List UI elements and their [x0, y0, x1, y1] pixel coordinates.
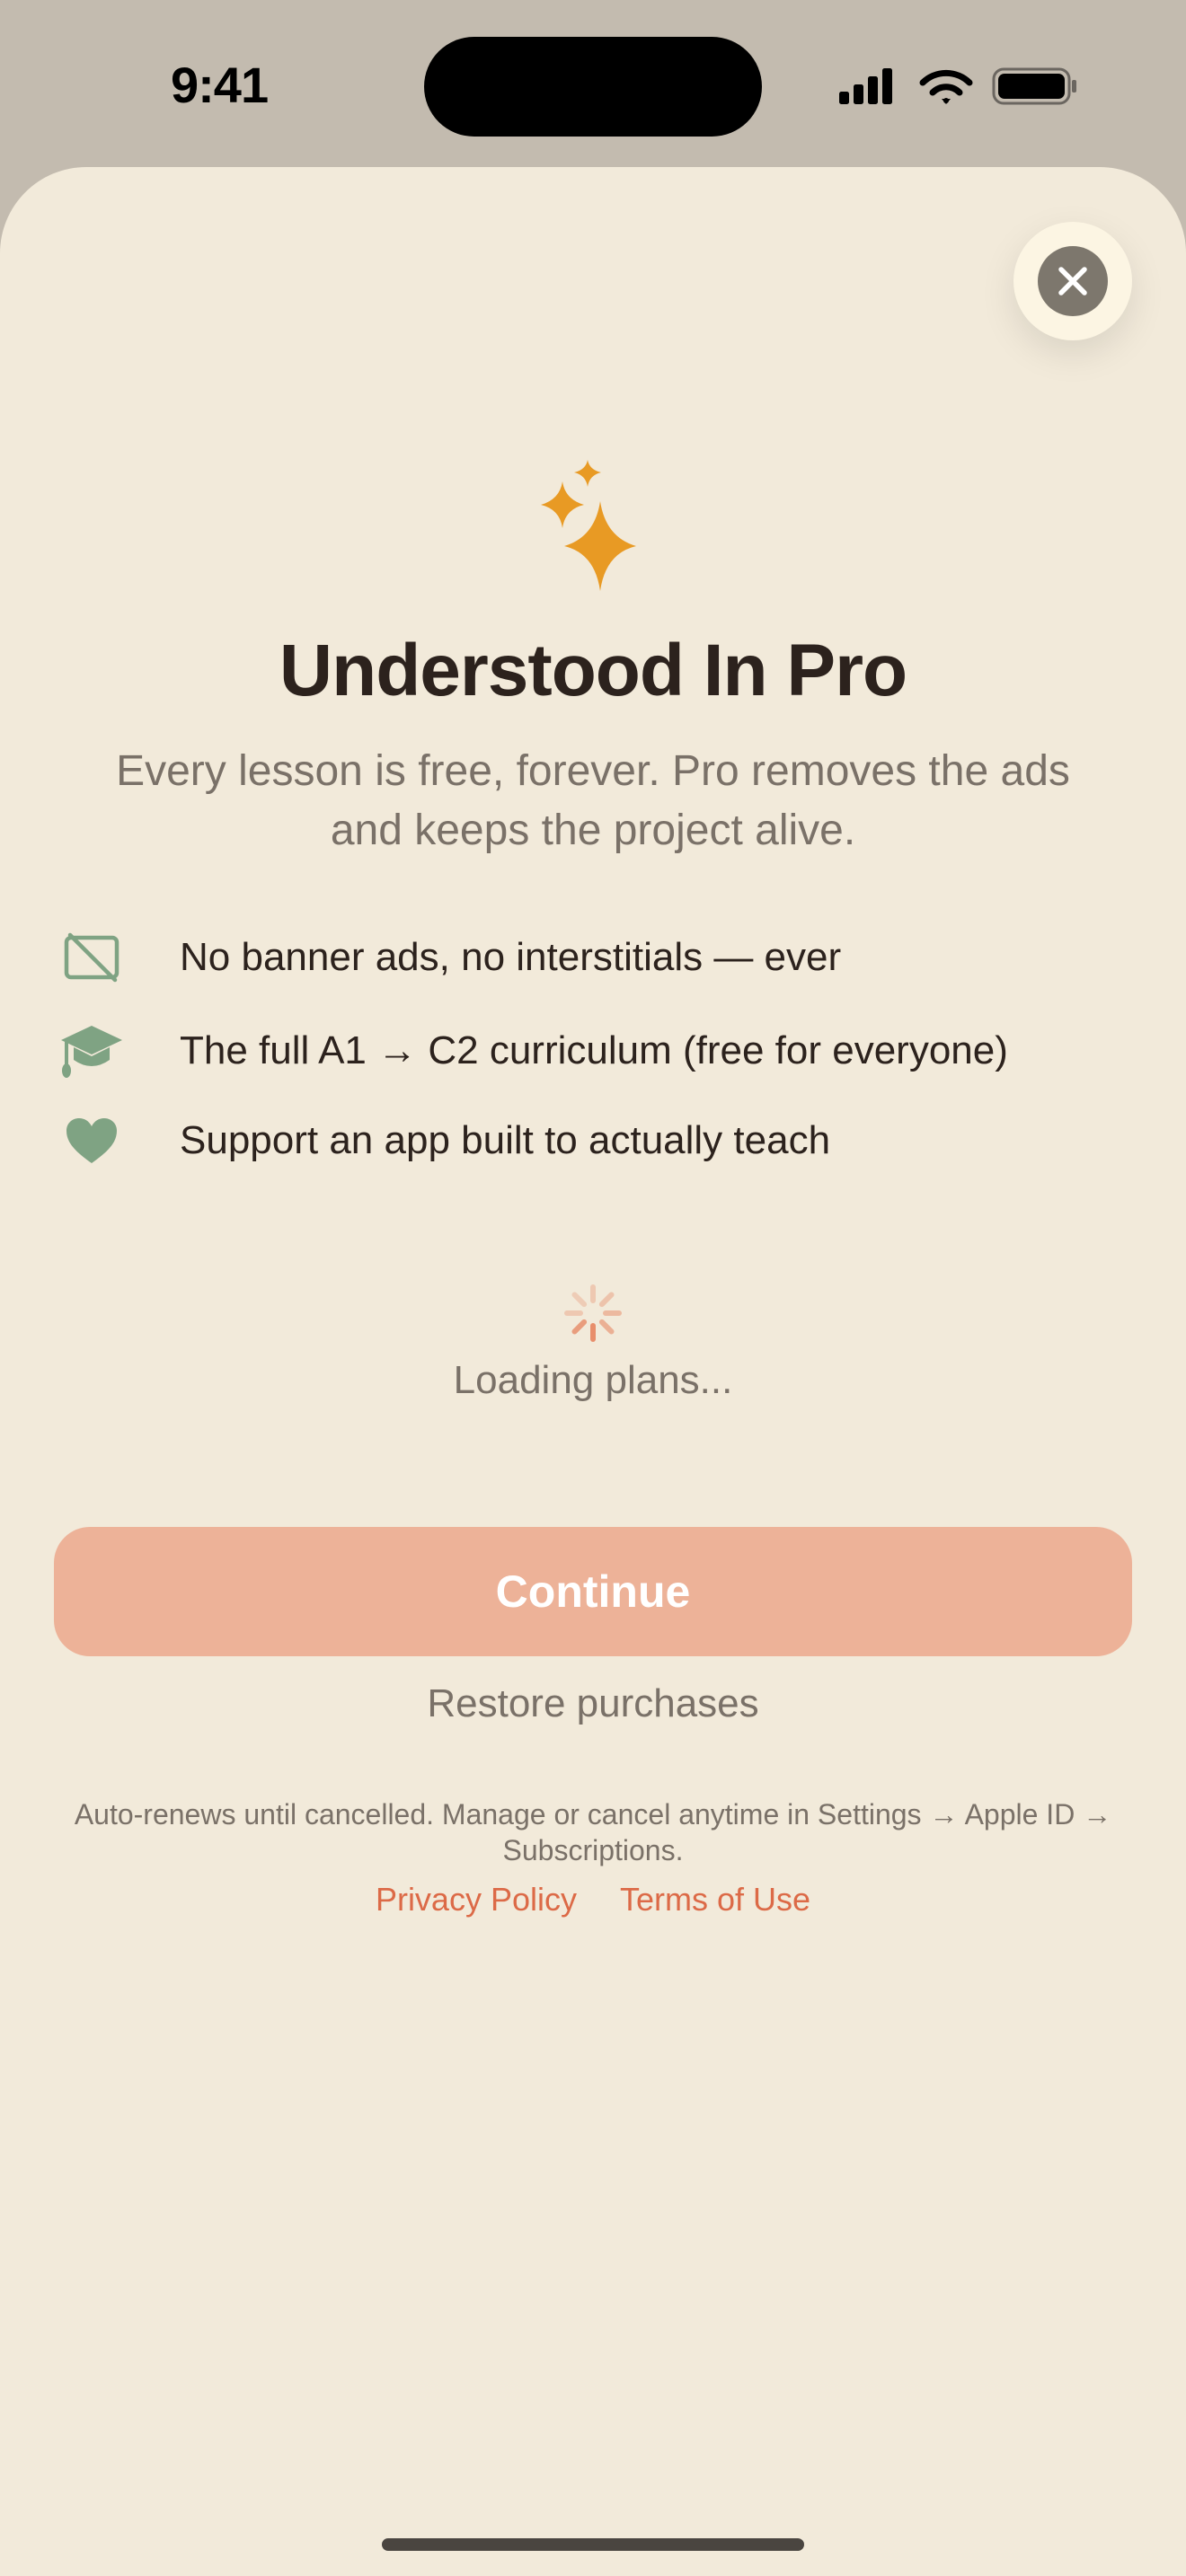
heart-icon: [54, 1105, 129, 1177]
status-bar: 9:41: [0, 0, 1186, 167]
no-ads-icon: [54, 922, 129, 993]
feature-item-support: Support an app built to actually teach: [54, 1105, 1132, 1177]
dynamic-island: [424, 37, 762, 137]
battery-icon: [992, 67, 1076, 105]
home-indicator: [382, 2538, 804, 2551]
wifi-icon: [919, 69, 973, 104]
page-title: Understood In Pro: [279, 630, 907, 711]
feature-text: No banner ads, no interstitials — ever: [180, 935, 842, 979]
privacy-policy-link[interactable]: Privacy Policy: [376, 1881, 577, 1918]
loading-spinner-icon: [564, 1284, 622, 1342]
restore-purchases-button[interactable]: Restore purchases: [0, 1681, 1186, 1726]
feature-text: The full A1 → C2 curriculum (free for ev…: [180, 1028, 1008, 1072]
loading-text: Loading plans...: [453, 1358, 733, 1402]
status-time: 9:41: [171, 57, 269, 113]
status-icons: [839, 67, 1076, 105]
feature-item-no-ads: No banner ads, no interstitials — ever: [54, 922, 1132, 993]
sparkles-icon: [541, 460, 636, 591]
subscription-disclaimer: Auto-renews until cancelled. Manage or c…: [74, 1798, 1112, 1866]
graduation-cap-icon: [54, 1015, 129, 1087]
close-icon: [1038, 246, 1108, 316]
signal-icon: [839, 68, 892, 104]
page-subtitle: Every lesson is free, forever. Pro remov…: [116, 747, 1070, 854]
terms-of-use-link[interactable]: Terms of Use: [620, 1881, 810, 1918]
close-button[interactable]: [1013, 222, 1132, 340]
legal-links: Privacy Policy Terms of Use: [0, 1881, 1186, 1919]
feature-text: Support an app built to actually teach: [180, 1118, 831, 1162]
continue-button[interactable]: Continue: [54, 1527, 1132, 1656]
feature-item-curriculum: The full A1 → C2 curriculum (free for ev…: [54, 1015, 1132, 1087]
